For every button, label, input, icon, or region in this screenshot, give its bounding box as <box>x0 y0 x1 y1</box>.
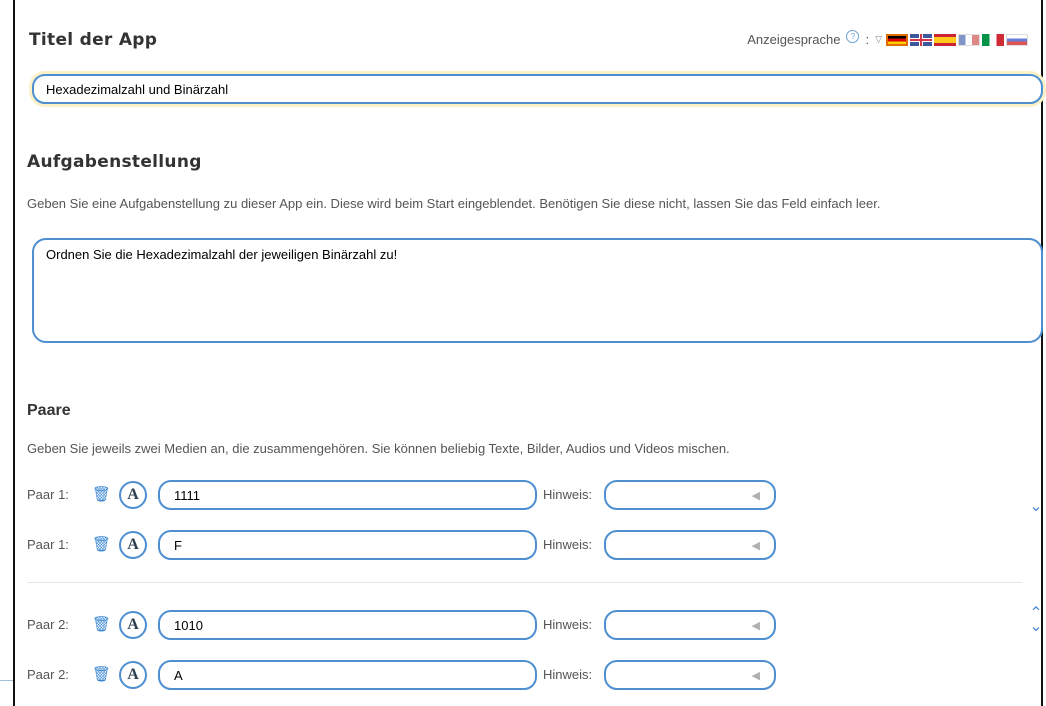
text-type-button[interactable]: A <box>119 661 147 689</box>
speaker-icon: ◀ <box>751 669 760 682</box>
speaker-icon: ◀ <box>751 619 760 632</box>
pairs-heading: Paare <box>27 402 71 419</box>
pair-value: 1010 <box>174 617 203 633</box>
trash-icon[interactable]: 🗑 <box>92 536 111 554</box>
app-editor-panel <box>13 0 1043 706</box>
hint-label: Hinweis: <box>543 487 593 502</box>
hint-label: Hinweis: <box>543 667 593 682</box>
flag-it-icon[interactable] <box>982 33 1004 46</box>
task-textarea[interactable]: Ordnen Sie die Hexadezimalzahl der jewei… <box>32 238 1043 343</box>
trash-icon[interactable]: 🗑 <box>92 616 111 634</box>
language-colon: : <box>865 32 870 47</box>
hint-input[interactable]: ◀ <box>604 660 776 690</box>
text-type-button[interactable]: A <box>119 531 147 559</box>
pairs-description: Geben Sie jeweils zwei Medien an, die zu… <box>27 441 730 456</box>
hint-label: Hinweis: <box>543 617 593 632</box>
pair-label: Paar 1: <box>27 537 69 552</box>
pair-value: A <box>174 667 183 683</box>
app-title-input[interactable]: Hexadezimalzahl und Binärzahl <box>32 74 1043 104</box>
app-title-heading: Titel der App <box>29 30 158 50</box>
speaker-icon: ◀ <box>751 489 760 502</box>
hint-input[interactable]: ◀ <box>604 610 776 640</box>
flag-es-icon[interactable] <box>934 33 956 46</box>
flag-gb-icon[interactable] <box>910 33 932 46</box>
hint-input[interactable]: ◀ <box>604 480 776 510</box>
app-title-input-value: Hexadezimalzahl und Binärzahl <box>46 81 229 97</box>
hint-input[interactable]: ◀ <box>604 530 776 560</box>
flag-fr-icon[interactable] <box>958 33 980 46</box>
hint-label: Hinweis: <box>543 537 593 552</box>
pair-value-input[interactable]: 1111 <box>158 480 537 510</box>
chevron-down-icon[interactable]: ⌄ <box>1028 499 1044 515</box>
task-heading: Aufgabenstellung <box>27 152 202 172</box>
speaker-icon: ◀ <box>751 539 760 552</box>
text-type-button[interactable]: A <box>119 481 147 509</box>
pair-value-input[interactable]: 1010 <box>158 610 537 640</box>
trash-icon[interactable]: 🗑 <box>92 666 111 684</box>
text-type-button[interactable]: A <box>119 611 147 639</box>
pair-label: Paar 2: <box>27 667 69 682</box>
chevron-down-icon[interactable]: ⌄ <box>1028 619 1044 635</box>
pair-value: F <box>174 537 182 553</box>
language-selector: Anzeigesprache ? : ▽ <box>747 30 1028 49</box>
pair-label: Paar 2: <box>27 617 69 632</box>
pair-label: Paar 1: <box>27 487 69 502</box>
display-language-label: Anzeigesprache <box>747 32 841 47</box>
flag-ru-icon[interactable] <box>1006 33 1028 46</box>
flag-de-icon[interactable] <box>886 33 908 46</box>
task-textarea-value: Ordnen Sie die Hexadezimalzahl der jewei… <box>46 247 398 262</box>
trash-icon[interactable]: 🗑 <box>92 486 111 504</box>
pair-value: 1111 <box>174 487 201 503</box>
pair-value-input[interactable]: F <box>158 530 537 560</box>
help-icon[interactable]: ? <box>846 30 860 43</box>
task-description: Geben Sie eine Aufgabenstellung zu diese… <box>27 196 881 211</box>
pair-divider <box>27 582 1022 583</box>
pair-value-input[interactable]: A <box>158 660 537 690</box>
left-edge-line <box>0 680 14 681</box>
dropdown-triangle-icon[interactable]: ▽ <box>875 34 882 45</box>
